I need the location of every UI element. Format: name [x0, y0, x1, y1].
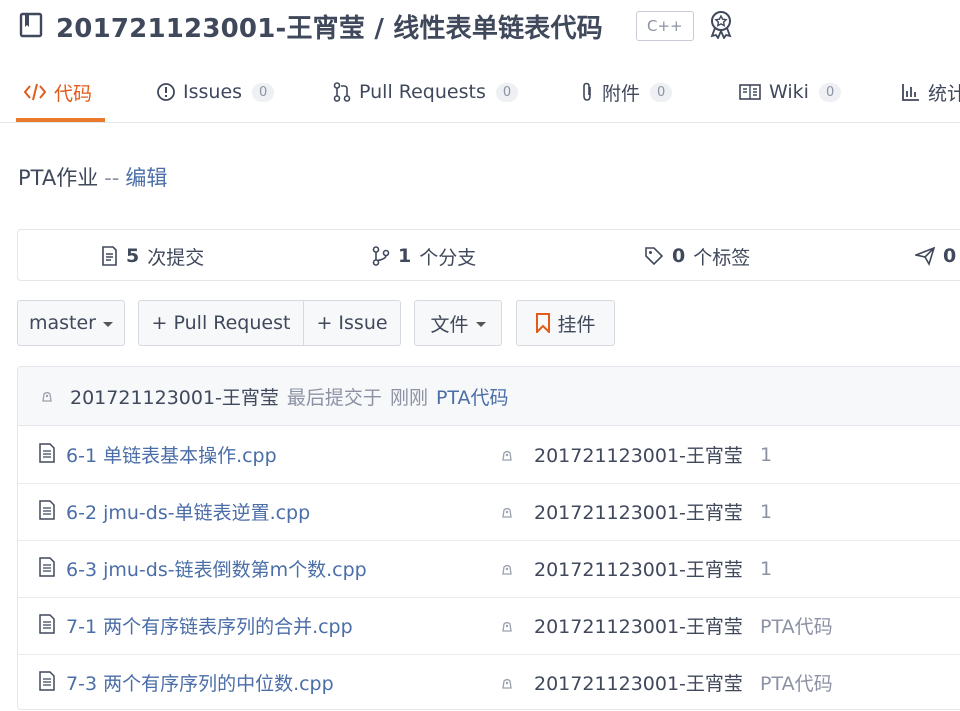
- tab-label: 统计: [928, 82, 960, 105]
- active-tab-indicator: [16, 118, 105, 122]
- tab-label: 附件: [602, 82, 641, 105]
- file-name[interactable]: 6-1 单链表基本操作.cpp: [66, 426, 277, 483]
- tab-label: Wiki: [769, 81, 809, 103]
- file-commit-author[interactable]: 201721123001-王宵莹: [534, 654, 743, 709]
- branch-name: master: [28, 312, 96, 334]
- branch-icon: [372, 246, 390, 266]
- file-menu-label: 文件: [430, 313, 469, 336]
- stat-commits[interactable]: 5 次提交: [100, 230, 204, 282]
- description-text: PTA作业: [18, 166, 99, 190]
- avatar-icon: [502, 564, 512, 575]
- file-commit-author[interactable]: 201721123001-王宵莹: [534, 540, 743, 597]
- latest-commit-prefix: 最后提交于: [286, 386, 382, 409]
- tab-code[interactable]: 代码: [24, 62, 92, 122]
- file-list: 201721123001-王宵莹 最后提交于 刚刚 PTA代码 6-1 单链表基…: [17, 366, 960, 710]
- stat-count: 0: [943, 245, 957, 267]
- tab-wiki[interactable]: Wiki 0: [739, 62, 842, 122]
- edit-description-link[interactable]: 编辑: [125, 166, 167, 190]
- repo-tabs: 代码 Issues 0 Pull Requests 0 附件 0 Wiki 0 …: [0, 62, 960, 123]
- tab-attachments[interactable]: 附件 0: [580, 62, 673, 122]
- file-commit-message[interactable]: 1: [760, 426, 772, 483]
- paperclip-icon: [580, 82, 594, 102]
- tab-label: Pull Requests: [359, 81, 486, 103]
- latest-commit-author[interactable]: 201721123001-王宵莹: [70, 383, 279, 410]
- repo-title[interactable]: 201721123001-王宵莹 / 线性表单链表代码: [56, 8, 603, 45]
- file-icon: [39, 671, 55, 691]
- latest-commit-row: 201721123001-王宵莹 最后提交于 刚刚 PTA代码: [18, 367, 960, 426]
- stat-branches[interactable]: 1 个分支: [372, 230, 476, 282]
- release-icon: [915, 246, 935, 266]
- file-name[interactable]: 6-3 jmu-ds-链表倒数第m个数.cpp: [66, 540, 367, 597]
- chevron-down-icon: [475, 321, 486, 327]
- stat-label: 个标签: [693, 246, 751, 269]
- file-name[interactable]: 7-1 两个有序链表序列的合并.cpp: [66, 597, 353, 654]
- new-issue-button[interactable]: + Issue: [303, 300, 401, 346]
- tab-count: 0: [252, 82, 275, 102]
- tag-icon: [645, 247, 664, 266]
- file-commit-author[interactable]: 201721123001-王宵莹: [534, 483, 743, 540]
- award-icon[interactable]: [706, 9, 736, 39]
- file-icon: [39, 557, 55, 577]
- file-row[interactable]: 7-1 两个有序链表序列的合并.cpp 201721123001-王宵莹 PTA…: [18, 597, 960, 655]
- issues-icon: [157, 83, 175, 101]
- file-icon: [39, 443, 55, 463]
- chevron-down-icon: [103, 321, 113, 327]
- new-pull-request-button[interactable]: + Pull Request: [138, 300, 304, 346]
- new-issue-label: + Issue: [316, 312, 388, 334]
- file-row[interactable]: 6-1 单链表基本操作.cpp 201721123001-王宵莹 1: [18, 426, 960, 484]
- avatar-icon: [502, 621, 512, 632]
- file-icon: [39, 614, 55, 634]
- latest-commit-message[interactable]: PTA代码: [436, 383, 509, 410]
- repo-stats-bar: 5 次提交 1 个分支 0 个标签 0: [17, 229, 960, 281]
- file-row[interactable]: 7-3 两个有序序列的中位数.cpp 201721123001-王宵莹 PTA代…: [18, 654, 960, 709]
- tab-stats[interactable]: 统计: [902, 62, 960, 122]
- stat-label: 次提交: [147, 246, 205, 269]
- file-commit-message[interactable]: 1: [760, 540, 772, 597]
- file-commit-author[interactable]: 201721123001-王宵莹: [534, 597, 743, 654]
- avatar-icon: [42, 391, 52, 402]
- file-commit-author[interactable]: 201721123001-王宵莹: [534, 426, 743, 483]
- widget-button[interactable]: 挂件: [516, 300, 615, 346]
- stat-count: 0: [672, 245, 686, 267]
- tab-pull-requests[interactable]: Pull Requests 0: [333, 62, 519, 122]
- stat-releases[interactable]: 0: [915, 230, 960, 282]
- avatar-icon: [502, 507, 512, 518]
- repo-book-icon: [19, 12, 43, 38]
- code-icon: [24, 83, 46, 101]
- description-separator: --: [104, 166, 120, 190]
- tab-count: 0: [818, 82, 842, 102]
- repo-description: PTA作业 -- 编辑: [18, 162, 167, 192]
- branch-select[interactable]: master: [17, 300, 125, 346]
- stat-count: 1: [398, 245, 412, 267]
- file-menu-button[interactable]: 文件: [414, 300, 502, 346]
- file-commit-message[interactable]: PTA代码: [760, 654, 833, 709]
- bookmark-icon: [536, 313, 551, 333]
- pull-request-icon: [333, 82, 351, 102]
- language-badge: C++: [636, 11, 694, 41]
- latest-commit-time: 刚刚: [389, 386, 428, 409]
- tab-label: 代码: [54, 82, 93, 105]
- file-icon: [39, 500, 55, 520]
- tab-label: Issues: [183, 81, 243, 103]
- stat-label: 个分支: [419, 246, 477, 269]
- commits-icon: [102, 246, 117, 266]
- file-name[interactable]: 6-2 jmu-ds-单链表逆置.cpp: [66, 483, 310, 540]
- tab-count: 0: [650, 82, 673, 102]
- new-pull-request-label: + Pull Request: [151, 312, 291, 334]
- stat-count: 5: [126, 245, 140, 267]
- file-row[interactable]: 6-3 jmu-ds-链表倒数第m个数.cpp 201721123001-王宵莹…: [18, 540, 960, 598]
- wiki-icon: [739, 84, 761, 100]
- file-commit-message[interactable]: 1: [760, 483, 772, 540]
- widget-label: 挂件: [557, 313, 596, 336]
- stat-tags[interactable]: 0 个标签: [644, 230, 750, 282]
- avatar-icon: [502, 678, 512, 689]
- tab-count: 0: [495, 82, 519, 102]
- file-row[interactable]: 6-2 jmu-ds-单链表逆置.cpp 201721123001-王宵莹 1: [18, 483, 960, 541]
- stats-icon: [902, 83, 920, 101]
- file-commit-message[interactable]: PTA代码: [760, 597, 833, 654]
- tab-issues[interactable]: Issues 0: [157, 62, 275, 122]
- avatar-icon: [502, 450, 512, 461]
- file-name[interactable]: 7-3 两个有序序列的中位数.cpp: [66, 654, 334, 709]
